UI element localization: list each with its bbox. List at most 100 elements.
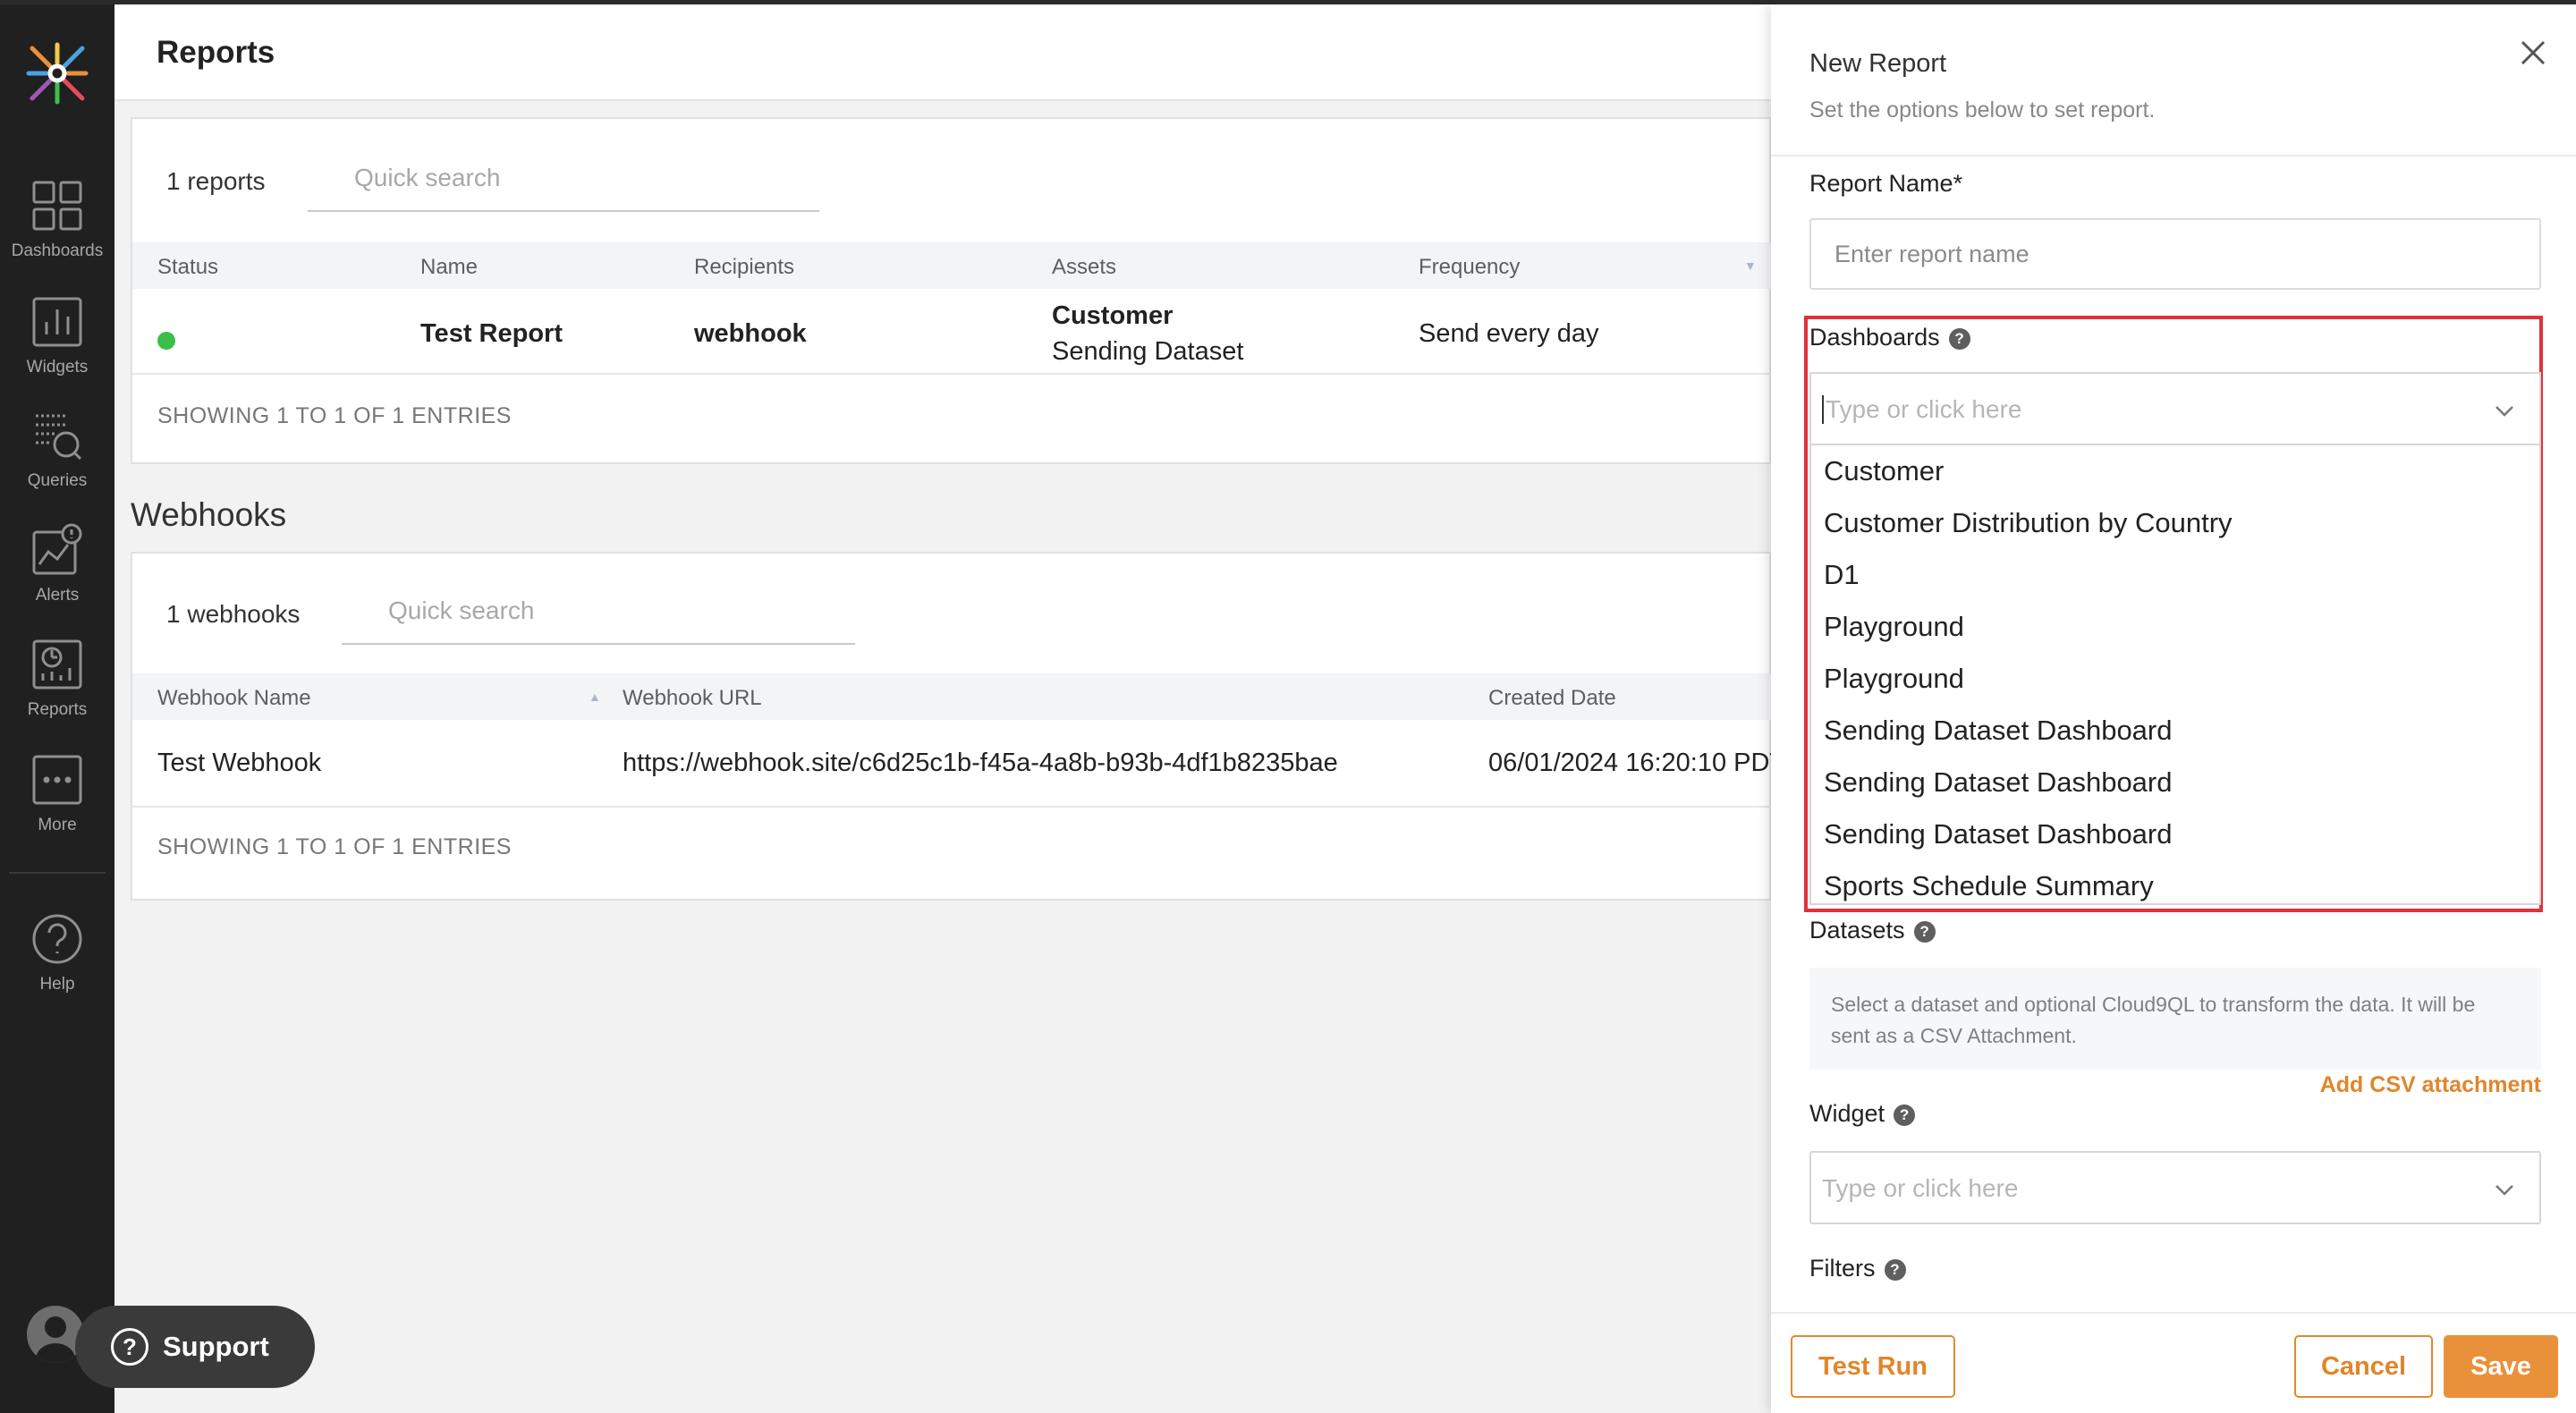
panel-divider xyxy=(1771,155,2576,157)
nav-item-more[interactable]: More xyxy=(0,753,114,860)
report-frequency: Send every day xyxy=(1419,319,1599,348)
nav-item-help[interactable]: Help xyxy=(0,912,114,1020)
report-name[interactable]: Test Report xyxy=(420,319,563,349)
widgets-icon xyxy=(32,297,82,347)
reports-table-header: Status Name Recipients Assets Frequency … xyxy=(132,242,1773,289)
column-header[interactable]: Name xyxy=(420,255,478,280)
reports-icon xyxy=(32,639,82,690)
nav-label: Dashboards xyxy=(11,241,104,260)
help-circle-icon xyxy=(32,914,82,964)
nav-divider xyxy=(9,872,106,874)
left-nav: Dashboards Widgets Queries Alerts Report… xyxy=(0,0,114,1413)
webhooks-card: 1 webhooks Quick search Webhook Name ▲ W… xyxy=(131,552,1785,901)
help-icon[interactable]: ? xyxy=(1884,1259,1906,1281)
chevron-down-icon[interactable] xyxy=(2493,399,2516,422)
nav-label: Queries xyxy=(27,471,88,490)
app-logo-icon[interactable] xyxy=(23,39,91,107)
column-header[interactable]: Webhook URL xyxy=(623,686,762,711)
datasets-help-box: Select a dataset and optional Cloud9QL t… xyxy=(1809,968,2541,1070)
table-row[interactable]: Test Webhook https://webhook.site/c6d25c… xyxy=(132,720,1785,808)
panel-footer: Test Run Cancel Save xyxy=(1771,1312,2576,1413)
sort-asc-icon[interactable]: ▲ xyxy=(589,690,601,704)
column-header[interactable]: Webhook Name xyxy=(157,686,311,711)
help-icon[interactable]: ? xyxy=(1948,328,1970,350)
filters-label: Filters? xyxy=(1809,1255,1906,1282)
top-border xyxy=(0,0,2576,4)
support-label: Support xyxy=(163,1331,269,1362)
nav-label: Reports xyxy=(27,700,88,719)
close-icon[interactable] xyxy=(2513,33,2553,72)
widget-select[interactable]: Type or click here xyxy=(1809,1151,2541,1224)
test-run-button[interactable]: Test Run xyxy=(1791,1335,1955,1398)
nav-item-alerts[interactable]: Alerts xyxy=(0,523,114,630)
nav-item-widgets[interactable]: Widgets xyxy=(0,295,114,402)
help-icon[interactable]: ? xyxy=(1913,921,1936,943)
dashboard-option[interactable]: Playground xyxy=(1811,653,2539,705)
widget-select-placeholder[interactable]: Type or click here xyxy=(1822,1174,2018,1203)
new-report-panel: New Report Set the options below to set … xyxy=(1771,4,2576,1413)
more-icon xyxy=(32,755,82,805)
main-content: Reports 1 reports Quick search Status Na… xyxy=(114,4,1785,1413)
sort-desc-icon[interactable]: ▼ xyxy=(1744,258,1757,273)
help-icon[interactable]: ? xyxy=(1894,1104,1916,1126)
nav-label: Alerts xyxy=(35,586,80,605)
webhooks-search-input[interactable]: Quick search xyxy=(342,597,855,645)
nav-label: Widgets xyxy=(26,358,89,377)
nav-label: Help xyxy=(39,975,75,994)
page-header: Reports xyxy=(114,4,1771,101)
column-header[interactable]: Created Date xyxy=(1488,686,1616,711)
report-asset-subtitle: Sending Dataset xyxy=(1052,337,1244,366)
nav-item-reports[interactable]: Reports xyxy=(0,638,114,745)
page-title: Reports xyxy=(157,35,275,70)
dashboard-option[interactable]: Customer Distribution by Country xyxy=(1811,497,2539,549)
report-name-input[interactable] xyxy=(1809,218,2541,290)
dashboard-option[interactable]: Sending Dataset Dashboard xyxy=(1811,705,2539,757)
dashboard-option[interactable]: Sending Dataset Dashboard xyxy=(1811,808,2539,860)
report-asset-title: Customer xyxy=(1052,301,1174,330)
column-header[interactable]: Recipients xyxy=(694,255,794,280)
dashboard-option[interactable]: D1 xyxy=(1811,549,2539,601)
question-icon: ? xyxy=(111,1328,148,1366)
widget-label-text: Widget xyxy=(1809,1100,1885,1127)
panel-title: New Report xyxy=(1809,49,1947,78)
support-button[interactable]: ? Support xyxy=(75,1306,315,1388)
report-recipients: webhook xyxy=(694,319,807,348)
dashboards-select-placeholder[interactable]: Type or click here xyxy=(1822,395,2021,424)
dashboard-option[interactable]: Sending Dataset Dashboard xyxy=(1811,757,2539,808)
alerts-icon xyxy=(32,523,82,575)
dashboard-option[interactable]: Playground xyxy=(1811,601,2539,653)
webhooks-table-header: Webhook Name ▲ Webhook URL Created Date xyxy=(132,673,1773,720)
datasets-label-text: Datasets xyxy=(1809,917,1905,943)
reports-card: 1 reports Quick search Status Name Recip… xyxy=(131,117,1773,464)
webhook-created-date: 06/01/2024 16:20:10 PDT xyxy=(1488,749,1786,777)
nav-item-queries[interactable]: Queries xyxy=(0,409,114,516)
webhooks-entries-info: SHOWING 1 TO 1 OF 1 ENTRIES xyxy=(157,834,512,859)
dashboards-select[interactable]: Type or click here xyxy=(1809,372,2541,444)
reports-count: 1 reports xyxy=(166,167,266,195)
nav-label: More xyxy=(38,816,77,834)
webhook-name[interactable]: Test Webhook xyxy=(157,749,321,778)
webhooks-count: 1 webhooks xyxy=(166,600,301,628)
dashboard-option[interactable]: Customer xyxy=(1811,445,2539,497)
nav-item-dashboards[interactable]: Dashboards xyxy=(0,179,114,286)
table-row[interactable]: Test Report webhook Customer Sending Dat… xyxy=(132,289,1773,375)
dashboards-icon xyxy=(32,181,82,231)
report-name-label: Report Name* xyxy=(1809,170,1963,197)
filters-label-text: Filters xyxy=(1809,1255,1876,1282)
panel-subtitle: Set the options below to set report. xyxy=(1809,97,2156,123)
webhooks-title: Webhooks xyxy=(131,496,287,533)
add-csv-attachment-link[interactable]: Add CSV attachment xyxy=(2320,1072,2541,1098)
save-button[interactable]: Save xyxy=(2444,1335,2558,1398)
cancel-button[interactable]: Cancel xyxy=(2294,1335,2433,1398)
dashboard-option[interactable]: Sports Schedule Summary xyxy=(1811,860,2539,903)
widget-label: Widget? xyxy=(1809,1100,1916,1128)
column-header[interactable]: Frequency xyxy=(1419,255,1520,280)
webhook-url: https://webhook.site/c6d25c1b-f45a-4a8b-… xyxy=(623,749,1338,777)
chevron-down-icon[interactable] xyxy=(2493,1178,2516,1201)
status-indicator xyxy=(157,332,175,350)
reports-search-input[interactable]: Quick search xyxy=(308,164,819,212)
column-header[interactable]: Status xyxy=(157,255,218,280)
dashboards-label-text: Dashboards xyxy=(1809,324,1940,351)
dashboards-options-list: Customer Customer Distribution by Countr… xyxy=(1809,444,2541,905)
column-header[interactable]: Assets xyxy=(1052,255,1116,280)
